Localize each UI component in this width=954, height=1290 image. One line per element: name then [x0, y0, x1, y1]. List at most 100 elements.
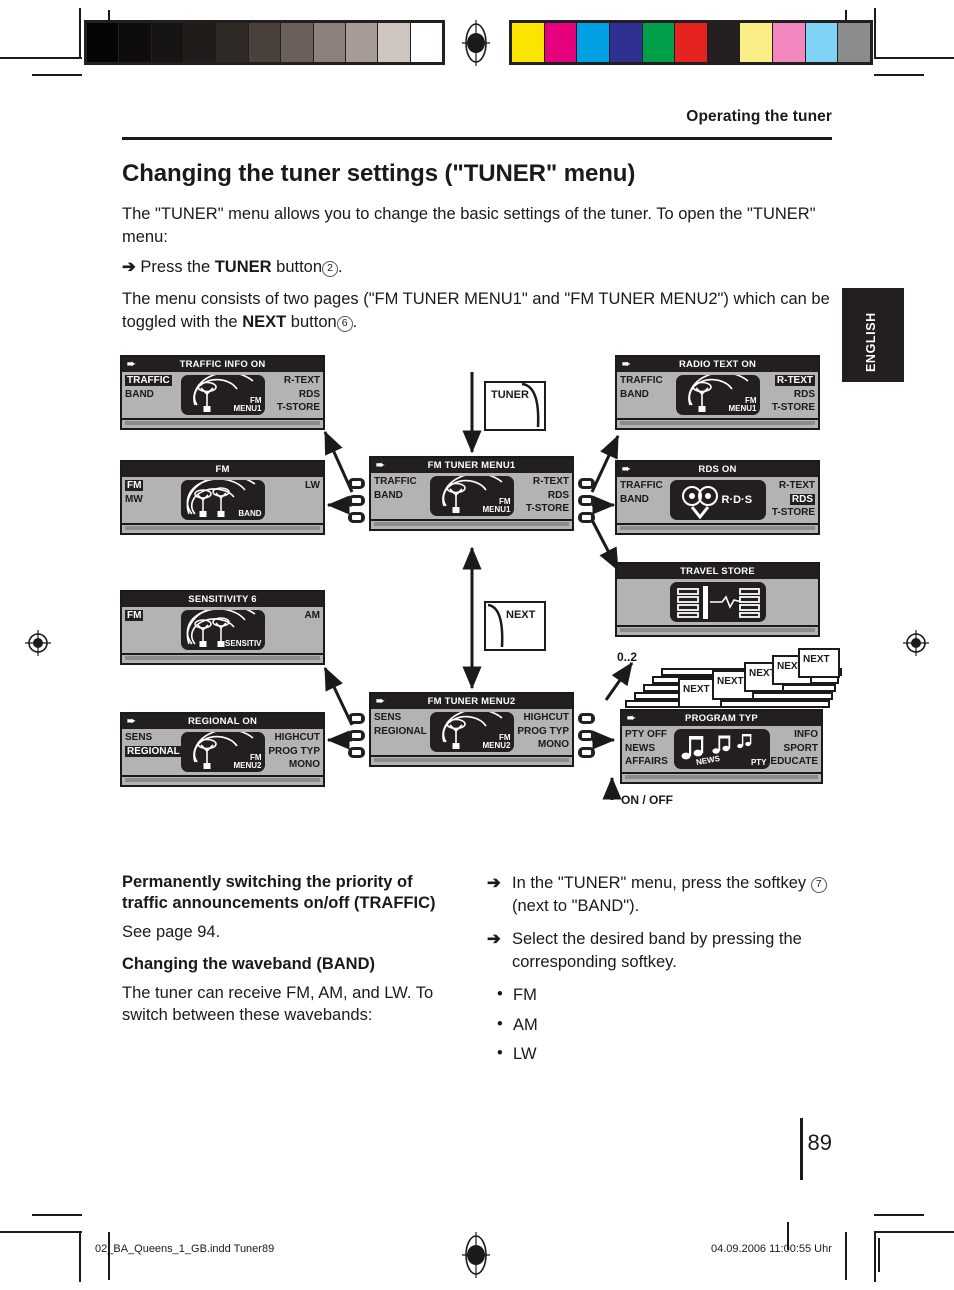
registration-target-top	[462, 20, 490, 66]
panel-title-bar: TRAVEL STORE	[617, 564, 818, 579]
panel-option-label[interactable]: RDS	[277, 388, 320, 402]
crop-mark-br-h	[874, 1231, 954, 1233]
band-option[interactable]: LW	[487, 1042, 837, 1066]
panel-graphic-tile: R·D·S	[669, 480, 766, 520]
panel-title-bar: ➨ RDS ON	[617, 462, 818, 477]
panel-option-label[interactable]: REGIONAL	[374, 725, 427, 739]
panel-option-label[interactable]: BAND	[374, 489, 417, 503]
panel-option-label[interactable]: TRAFFIC	[620, 479, 663, 493]
panel-option-text: R-TEXT	[778, 480, 815, 491]
softkeys-menu1-left[interactable]	[348, 478, 365, 529]
panel-option-label[interactable]: INFO	[770, 728, 818, 742]
panel-footer-strip	[617, 418, 818, 428]
panel-option-text: LW	[305, 480, 320, 491]
tile-text: R·D·S	[721, 494, 753, 506]
panel-option-label[interactable]: BAND	[620, 388, 663, 402]
panel-option-label[interactable]: LW	[305, 479, 320, 493]
panel-title-bar: ➨ FM TUNER MENU1	[371, 458, 572, 473]
panel-option-label[interactable]: PROG TYP	[517, 725, 569, 739]
panel-option-label[interactable]: HIGHCUT	[517, 711, 569, 725]
panel-option-label[interactable]: FM	[125, 609, 144, 623]
panel-option-label[interactable]: AM	[304, 609, 320, 623]
softkey-9[interactable]	[348, 747, 365, 758]
panel-option-label[interactable]: T-STORE	[277, 401, 320, 415]
softkeys-menu2-left[interactable]	[348, 713, 365, 764]
softkey-2[interactable]	[348, 495, 365, 506]
softkey-4[interactable]	[578, 478, 595, 489]
panel-left-labels: SENS REGIONAL	[374, 711, 427, 738]
calibration-swatch	[642, 23, 676, 62]
panel-option-label[interactable]: MONO	[517, 738, 569, 752]
panel-option-label[interactable]: EDUCATE	[770, 755, 818, 769]
panel-option-label[interactable]: TRAFFIC	[620, 374, 663, 388]
softkey-10[interactable]	[578, 713, 595, 724]
panel-body: PTY OFF NEWS AFFAIRS INFO SPORT EDUCATE NEWS PT…	[622, 726, 821, 772]
calibration-swatch	[281, 23, 314, 62]
panel-option-label[interactable]: R-TEXT	[526, 475, 569, 489]
panel-option-label[interactable]: NEWS	[625, 742, 668, 756]
bottom-left-column: Permanently switching the priority of tr…	[122, 872, 462, 1037]
panel-option-label[interactable]: AFFAIRS	[625, 755, 668, 769]
panel-option-label[interactable]: HIGHCUT	[268, 731, 320, 745]
panel-option-text: SENS	[125, 732, 153, 743]
footer-divider-2	[878, 1238, 880, 1272]
panel-option-label[interactable]: SPORT	[770, 742, 818, 756]
panel-option-label[interactable]: PTY OFF	[625, 728, 668, 742]
panel-option-label[interactable]: RDS	[772, 388, 815, 402]
panel-body	[617, 579, 818, 625]
calibration-swatch	[512, 23, 545, 62]
panel-option-label[interactable]: MONO	[268, 758, 320, 772]
registration-target-left	[25, 630, 51, 656]
panel-option-label[interactable]: TRAFFIC	[125, 374, 172, 388]
softkey-7[interactable]	[348, 713, 365, 724]
stack-next-chip-label: NEXT	[803, 654, 830, 665]
footer-right: 04.09.2006 11:00:55 Uhr	[711, 1243, 832, 1255]
panel-option-label[interactable]: REGIONAL	[125, 745, 182, 759]
panel-option-label[interactable]: T-STORE	[526, 502, 569, 516]
calibration-swatch	[544, 23, 578, 62]
softkey-12[interactable]	[578, 747, 595, 758]
panel-option-label[interactable]: T-STORE	[772, 506, 815, 520]
panel-footer-strip	[622, 772, 821, 782]
panel-title-bar: ➨ REGIONAL ON	[122, 714, 323, 729]
panel-option-label[interactable]: PROG TYP	[268, 745, 320, 759]
panel-option-label[interactable]: RDS	[772, 493, 815, 507]
panel-option-label[interactable]: MW	[125, 493, 143, 507]
softkeys-menu1-right[interactable]	[578, 478, 595, 529]
panel-option-label[interactable]: BAND	[620, 493, 663, 507]
panel-body: FM AM SENSITIV	[122, 607, 323, 653]
panel-option-label[interactable]: SENS	[374, 711, 427, 725]
panel-option-label[interactable]: R-TEXT	[772, 479, 815, 493]
panel-option-text: FM	[125, 480, 144, 491]
panel-graphic-tile: FM MENU2	[180, 732, 265, 772]
softkey-6[interactable]	[578, 512, 595, 523]
band-option[interactable]: AM	[487, 1013, 837, 1037]
bottom-right-step-1: ➔ In the "TUNER" menu, press the softkey…	[487, 872, 837, 917]
panel-option-label[interactable]: TRAFFIC	[374, 475, 417, 489]
calibration-swatch	[184, 23, 217, 62]
softkeys-menu2-right[interactable]	[578, 713, 595, 764]
softkey-1[interactable]	[348, 478, 365, 489]
softkey-5[interactable]	[578, 495, 595, 506]
panel-option-text: T-STORE	[276, 402, 320, 413]
softkey-3[interactable]	[348, 512, 365, 523]
grayscale-calibration-bar	[84, 20, 445, 65]
panel-option-text: PROG TYP	[517, 725, 569, 737]
panel-option-label[interactable]: BAND	[125, 388, 172, 402]
intro-step-1: ➔ Press the TUNER button 2.	[122, 258, 343, 277]
stack-next-chip[interactable]: NEXT	[798, 648, 840, 678]
panel-option-text: T-STORE	[771, 402, 815, 413]
panel-option-label[interactable]: SENS	[125, 731, 182, 745]
callout-next-button: NEXT	[484, 601, 546, 651]
panel-option-label[interactable]: FM	[125, 479, 144, 493]
panel-option-label[interactable]: R-TEXT	[277, 374, 320, 388]
softkey-11[interactable]	[578, 730, 595, 741]
band-option[interactable]: FM	[487, 983, 837, 1007]
callout-tuner-button: TUNER	[484, 381, 546, 431]
panel-option-label[interactable]: R-TEXT	[772, 374, 815, 388]
side-tab-label: ENGLISH	[864, 312, 878, 372]
panel-option-text: R-TEXT	[532, 476, 569, 487]
softkey-8[interactable]	[348, 730, 365, 741]
panel-option-label[interactable]: T-STORE	[772, 401, 815, 415]
panel-option-label[interactable]: RDS	[526, 489, 569, 503]
